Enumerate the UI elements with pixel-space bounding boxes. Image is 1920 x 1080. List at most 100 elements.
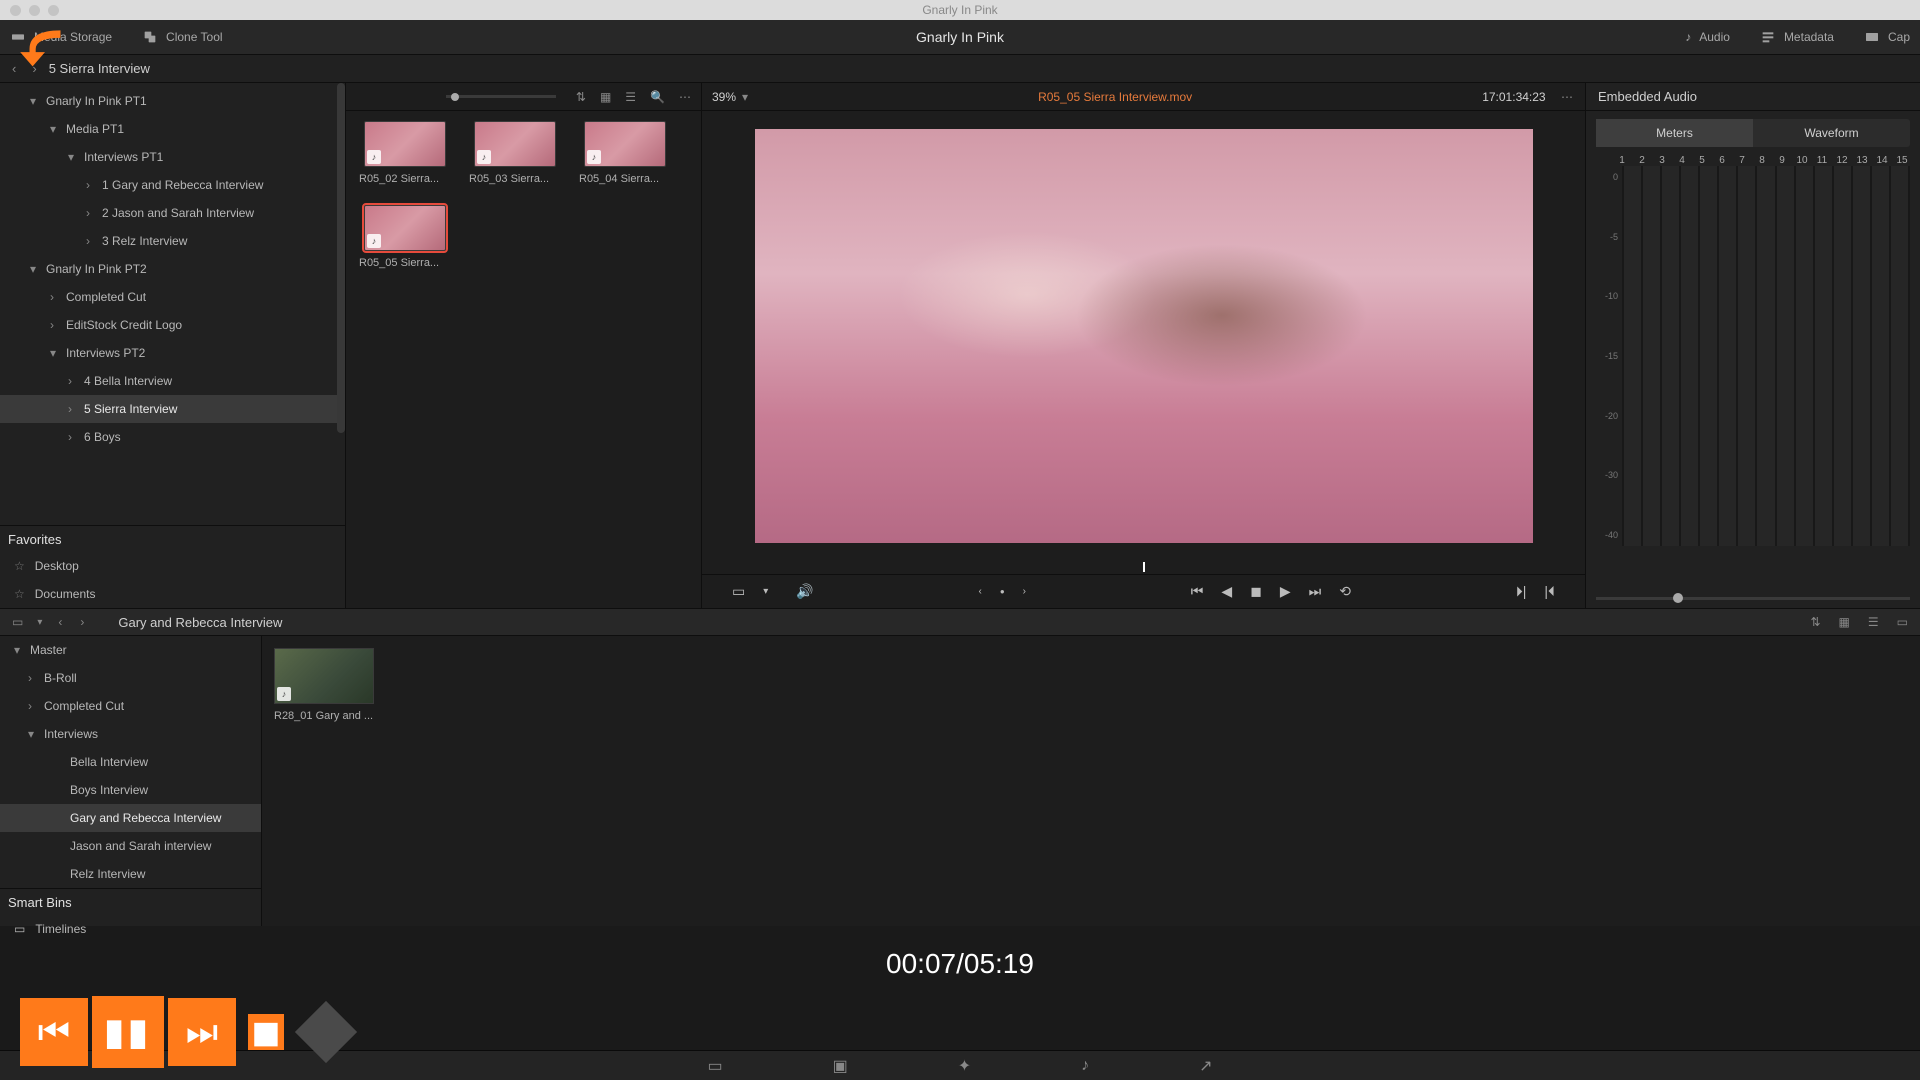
bin-content[interactable]: ♪ R28_01 Gary and ... [262,636,1920,926]
overlay-pause-button[interactable]: ▮▮ [92,996,164,1068]
mac-window-title: Gnarly In Pink [922,3,997,17]
sort-icon[interactable]: ⇅ [574,88,588,106]
clip-thumbnail[interactable]: ♪R05_02 Sierra... [356,121,454,185]
mac-max-dot[interactable] [48,5,59,16]
audio-zoom-slider[interactable] [1586,588,1920,608]
overlay-marker-button[interactable] [295,1001,357,1063]
mac-titlebar: Gnarly In Pink [0,0,1920,20]
play-button[interactable]: ▶ [1280,583,1291,600]
pool-forward[interactable]: › [76,615,88,629]
bin-tree-panel: ▾Master›B-Roll›Completed Cut▾InterviewsB… [0,636,262,926]
viewer-scrubber[interactable] [702,560,1585,574]
overlay-back-button[interactable] [14,18,76,80]
pool-grid-icon[interactable]: ▦ [1837,613,1852,631]
jog-back-icon[interactable]: ‹ [978,586,981,597]
tree-item[interactable]: ▾Gnarly In Pink PT2 [0,255,345,283]
clip-thumbnail[interactable]: ♪R05_04 Sierra... [576,121,674,185]
clip-thumbnail[interactable]: ♪R05_03 Sierra... [466,121,564,185]
mac-min-dot[interactable] [29,5,40,16]
bin-tree-item[interactable]: Gary and Rebecca Interview [0,804,261,832]
more-icon[interactable]: ⋯ [677,88,693,106]
match-frame-icon[interactable]: ▭ [732,583,745,600]
tree-item[interactable]: ›4 Bella Interview [0,367,345,395]
pool-list-icon[interactable]: ☰ [1866,613,1881,631]
stop-button[interactable]: ◼ [1250,583,1262,600]
bin-tree-item[interactable]: Jason and Sarah interview [0,832,261,860]
jog-dot-icon[interactable]: ● [1000,587,1005,596]
viewer-panel: 39% ▾ R05_05 Sierra Interview.mov 17:01:… [702,83,1585,608]
overlay-prev-button[interactable]: ⏮ [20,998,88,1066]
pool-sort-icon[interactable]: ⇅ [1808,613,1822,631]
clone-tool-button[interactable]: Clone Tool [142,29,222,45]
clip-thumb-label: R28_01 Gary and ... [274,710,377,722]
zoom-dropdown-icon[interactable]: ▾ [742,90,748,104]
page-fusion-icon[interactable]: ✦ [958,1056,971,1076]
match-dropdown-icon[interactable]: ▾ [763,586,768,597]
page-fairlight-icon[interactable]: ♪ [1081,1057,1089,1075]
bin-tree-item[interactable]: ▾Master [0,636,261,664]
tab-waveform[interactable]: Waveform [1753,119,1910,147]
bin-tree-item[interactable]: ›B-Roll [0,664,261,692]
star-icon: ☆ [14,559,25,573]
tree-item[interactable]: ▾Interviews PT2 [0,339,345,367]
audio-panel-button[interactable]: ♪ Audio [1685,29,1730,45]
list-view-icon[interactable]: ☰ [623,88,638,106]
smartbin-item[interactable]: ▭Timelines [0,915,261,943]
pool-view-icon[interactable]: ▭ [10,613,25,631]
out-point-button[interactable]: |⏴ [1544,583,1555,600]
viewer-clip-name: R05_05 Sierra Interview.mov [1038,90,1192,104]
music-note-icon: ♪ [1685,30,1691,44]
media-tree[interactable]: ▾Gnarly In Pink PT1▾Media PT1▾Interviews… [0,83,345,525]
tree-item[interactable]: ▾Media PT1 [0,115,345,143]
jog-fwd-icon[interactable]: › [1023,586,1026,597]
clip-thumbnail[interactable]: ♪ R28_01 Gary and ... [274,648,377,722]
audio-header: Embedded Audio [1586,83,1920,111]
page-deliver-icon[interactable]: ↗ [1199,1056,1212,1076]
video-viewport[interactable] [702,111,1585,560]
volume-icon[interactable]: 🔊 [796,583,813,600]
pool-back[interactable]: ‹ [54,615,66,629]
bin-tree-item[interactable]: Boys Interview [0,776,261,804]
tree-item[interactable]: ›2 Jason and Sarah Interview [0,199,345,227]
clone-icon [142,29,158,45]
bin-tree-item[interactable]: ▾Interviews [0,720,261,748]
viewer-more-icon[interactable]: ⋯ [1559,88,1575,106]
first-frame-button[interactable]: ⏮ [1191,583,1204,600]
pool-bar: ▭ ▾ ‹ › Gary and Rebecca Interview ⇅ ▦ ☰… [0,608,1920,636]
metadata-button[interactable]: Metadata [1760,29,1834,45]
last-frame-button[interactable]: ⏭ [1309,583,1322,600]
in-point-button[interactable]: ⏵| [1516,583,1527,600]
bin-tree-item[interactable]: ›Completed Cut [0,692,261,720]
app-toolbar: Media Storage Clone Tool Gnarly In Pink … [0,20,1920,55]
step-back-button[interactable]: ◀ [1221,583,1232,600]
tree-item[interactable]: ›5 Sierra Interview [0,395,345,423]
capture-button[interactable]: Cap [1864,29,1910,45]
pool-expand-icon[interactable]: ▭ [1895,613,1910,631]
tree-item[interactable]: ›6 Boys [0,423,345,451]
pool-dropdown-icon[interactable]: ▾ [35,615,44,630]
page-edit-icon[interactable]: ▣ [833,1056,848,1076]
tree-item[interactable]: ›3 Relz Interview [0,227,345,255]
favorite-item[interactable]: ☆Desktop [0,552,345,580]
tree-item[interactable]: ▾Gnarly In Pink PT1 [0,87,345,115]
zoom-value[interactable]: 39% [712,90,736,104]
tree-scrollbar[interactable] [337,83,345,433]
loop-button[interactable]: ⟲ [1339,583,1351,600]
search-icon[interactable]: 🔍 [648,88,667,106]
pool-bin-name: Gary and Rebecca Interview [118,615,282,630]
bin-tree-item[interactable]: Relz Interview [0,860,261,888]
mac-close-dot[interactable] [10,5,21,16]
tree-item[interactable]: ›Completed Cut [0,283,345,311]
favorite-item[interactable]: ☆Documents [0,580,345,608]
tab-meters[interactable]: Meters [1596,119,1753,147]
tree-item[interactable]: ▾Interviews PT1 [0,143,345,171]
overlay-next-button[interactable]: ⏭ [168,998,236,1066]
thumb-size-slider[interactable] [446,95,556,98]
page-media-icon[interactable]: ▭ [707,1056,722,1076]
overlay-stop-button[interactable]: ◼ [248,1014,284,1050]
clip-thumbnail[interactable]: ♪R05_05 Sierra... [356,205,454,269]
tree-item[interactable]: ›EditStock Credit Logo [0,311,345,339]
tree-item[interactable]: ›1 Gary and Rebecca Interview [0,171,345,199]
grid-view-icon[interactable]: ▦ [598,88,613,106]
bin-tree-item[interactable]: Bella Interview [0,748,261,776]
